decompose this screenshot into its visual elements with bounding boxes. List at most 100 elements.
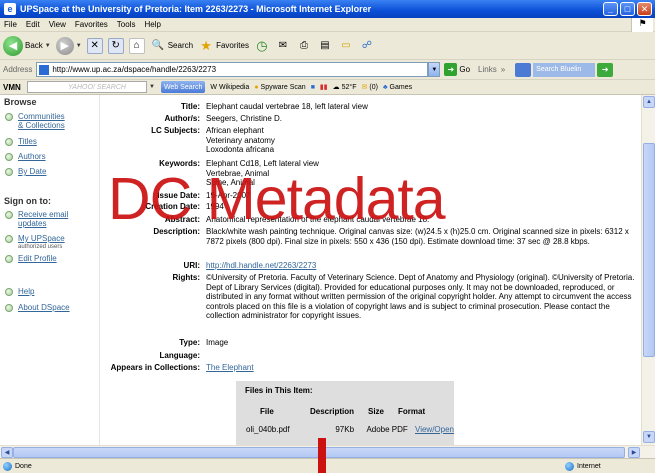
sidebar-item-about[interactable]: About DSpace	[0, 303, 70, 312]
search-button[interactable]: 🔍 Search	[150, 38, 193, 54]
ie-icon: e	[4, 3, 16, 15]
authors-link[interactable]: Authors	[18, 152, 46, 161]
sidebar-item-titles[interactable]: Titles	[0, 137, 37, 146]
mail-icon[interactable]: ✉	[275, 38, 291, 54]
scroll-down-icon[interactable]: ▼	[643, 431, 655, 443]
yahoo-dropdown-icon[interactable]: ▼	[149, 84, 155, 90]
messenger-icon[interactable]: ☍	[359, 38, 375, 54]
help-link[interactable]: Help	[18, 287, 34, 296]
col-description: Description	[310, 407, 355, 416]
address-input[interactable]: http://www.up.ac.za/dspace/handle/2263/2…	[36, 62, 429, 77]
vertical-scroll-thumb[interactable]	[643, 143, 655, 357]
my-upspace-link[interactable]: My UPSpace	[18, 234, 65, 243]
back-button[interactable]: ◀ Back ▼	[3, 35, 51, 56]
vertical-scrollbar[interactable]: ▲ ▼	[641, 95, 655, 445]
links-chevron-icon[interactable]: »	[501, 65, 505, 74]
bullet-icon	[5, 138, 13, 146]
favorites-label: Favorites	[216, 41, 249, 50]
menu-edit[interactable]: Edit	[26, 20, 40, 29]
spyware-scan-button[interactable]: ● Spyware Scan	[254, 84, 305, 91]
scroll-up-icon[interactable]: ▲	[643, 96, 655, 108]
sidebar-item-my-upspace[interactable]: My UPSpace	[0, 234, 65, 243]
sidebar-item-communities[interactable]: Communities & Collections	[0, 112, 65, 130]
close-button[interactable]: ✕	[637, 2, 652, 16]
communities-link-2[interactable]: & Collections	[18, 121, 65, 130]
by-date-link[interactable]: By Date	[18, 167, 46, 176]
sidebar-item-authors[interactable]: Authors	[0, 152, 46, 161]
web-search-button[interactable]: Web Search	[160, 81, 206, 93]
metadata-row-type: Type: Image	[100, 338, 640, 348]
page-content: Browse Communities & Collections Titles A…	[0, 95, 641, 445]
folder-icon[interactable]: ▭	[338, 38, 354, 54]
collections-label: Appears in Collections:	[110, 363, 200, 372]
links-label[interactable]: Links	[478, 65, 497, 74]
menu-view[interactable]: View	[49, 20, 66, 29]
search-icon: 🔍	[151, 40, 164, 51]
home-icon[interactable]: ⌂	[128, 37, 145, 54]
maximize-button[interactable]: □	[620, 2, 635, 16]
email-updates-link-2[interactable]: updates	[18, 219, 46, 228]
window-title: UPSpace at the University of Pretoria: I…	[20, 4, 372, 14]
history-icon[interactable]: ◷	[254, 38, 270, 54]
wikipedia-button[interactable]: W Wikipedia	[210, 84, 249, 91]
menu-tools[interactable]: Tools	[117, 20, 136, 29]
refresh-icon[interactable]: ↻	[107, 37, 124, 54]
scroll-right-icon[interactable]: ▶	[628, 447, 640, 458]
yahoo-search-input[interactable]: YAHOO! SEARCH	[27, 81, 147, 93]
lc-subject-2: Veterinary anatomy	[206, 135, 275, 145]
view-open-link[interactable]: View/Open	[415, 425, 454, 434]
address-dropdown-icon[interactable]: ▼	[428, 62, 441, 77]
wikipedia-icon: W	[210, 83, 217, 91]
sidebar-item-edit-profile[interactable]: Edit Profile	[0, 254, 57, 263]
favorites-button[interactable]: ★ Favorites	[198, 38, 249, 54]
bookmarks-button[interactable]: ■	[311, 84, 315, 91]
bookmarks-icon: ■	[310, 83, 315, 91]
search-go-icon[interactable]: ➜	[597, 62, 614, 77]
scroll-left-icon[interactable]: ◀	[1, 447, 13, 458]
stop-icon[interactable]: ✕	[86, 37, 103, 54]
search-box[interactable]: Search Bluelin	[533, 62, 596, 77]
email-updates-link-1[interactable]: Receive email	[18, 210, 68, 219]
metadata-row-author: Author/s: Seegers, Christine D.	[100, 114, 640, 124]
weather-button[interactable]: ☁ 52°F	[333, 83, 357, 92]
page-icon	[39, 64, 50, 75]
bullet-icon	[5, 235, 13, 243]
forward-dropdown-icon[interactable]: ▼	[76, 43, 82, 49]
mail-button[interactable]: ✉ (0)	[362, 83, 378, 92]
back-dropdown-icon[interactable]: ▼	[45, 43, 51, 49]
internet-globe-icon	[565, 461, 574, 471]
search-provider-icon[interactable]	[515, 62, 532, 77]
titles-link[interactable]: Titles	[18, 137, 37, 146]
sidebar-item-by-date[interactable]: By Date	[0, 167, 46, 176]
col-file: File	[260, 407, 274, 416]
games-icon: ♣	[382, 83, 388, 91]
collection-link[interactable]: The Elephant	[206, 363, 254, 372]
window-titlebar[interactable]: e UPSpace at the University of Pretoria:…	[0, 0, 655, 18]
type-label: Type:	[179, 338, 200, 347]
communities-link-1[interactable]: Communities	[18, 112, 65, 121]
minimize-button[interactable]: _	[603, 2, 618, 16]
horizontal-scrollbar[interactable]: ◀ ▶	[0, 445, 655, 458]
page-done-icon	[3, 461, 12, 471]
spyware-icon: ●	[254, 83, 259, 91]
games-button[interactable]: ♣ Games	[383, 84, 412, 91]
menu-file[interactable]: File	[4, 20, 17, 29]
sidebar-item-email-updates[interactable]: Receive email updates	[0, 210, 68, 228]
about-dspace-link[interactable]: About DSpace	[18, 303, 70, 312]
uri-link[interactable]: http://hdl.handle.net/2263/2273	[206, 261, 316, 270]
menu-help[interactable]: Help	[144, 20, 160, 29]
files-header-row: File Description Size Format	[236, 407, 454, 416]
edit-icon[interactable]: ▤	[317, 38, 333, 54]
stats-button[interactable]: ▮▮	[320, 83, 328, 91]
go-button[interactable]: ➜ Go	[444, 63, 470, 76]
menu-favorites[interactable]: Favorites	[75, 20, 108, 29]
red-marker-bar	[318, 438, 326, 473]
print-icon[interactable]: ⎙	[296, 38, 312, 54]
forward-button[interactable]: ▶ ▼	[55, 36, 82, 55]
sidebar-item-help[interactable]: Help	[0, 287, 34, 296]
rights-label: Rights:	[172, 273, 200, 282]
sidebar: Browse Communities & Collections Titles A…	[0, 95, 100, 445]
files-heading: Files in This Item:	[245, 386, 313, 395]
bullet-icon	[5, 288, 13, 296]
edit-profile-link[interactable]: Edit Profile	[18, 254, 57, 263]
